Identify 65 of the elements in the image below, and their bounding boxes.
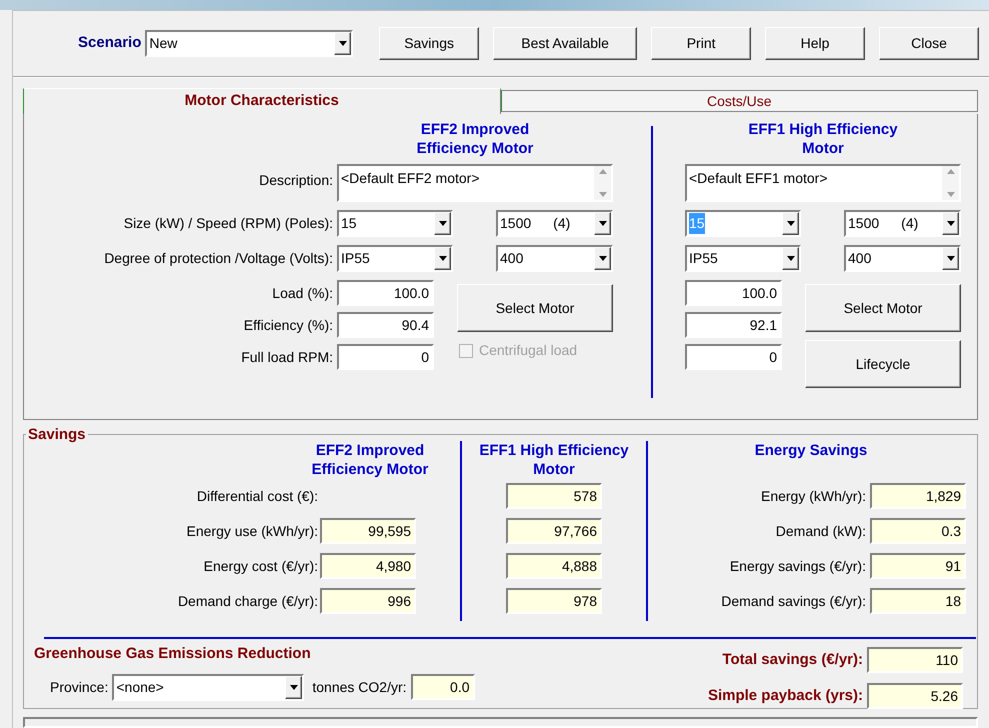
- field-label: Energy cost (€/yr):: [204, 556, 318, 576]
- eff1-value: 97,766: [506, 518, 602, 544]
- savings-value: 1,829: [870, 483, 966, 509]
- section-title: Greenhouse Gas Emissions Reduction: [34, 644, 312, 664]
- field-label: Full load RPM:: [241, 348, 333, 366]
- savings-value: 0.3: [870, 518, 966, 544]
- column-heading: EFF1 High Efficiency Motor: [747, 120, 899, 159]
- column-heading: EFF1 High Efficiency Motor: [479, 441, 629, 480]
- eff1-value: 578: [506, 483, 602, 509]
- checkbox-label: Centrifugal load: [479, 341, 578, 360]
- load-field[interactable]: 100.0: [685, 280, 782, 306]
- column-heading: EFF2 Improved Efficiency Motor: [416, 120, 534, 159]
- column-heading: Energy Savings: [754, 441, 868, 461]
- tab[interactable]: Costs/Use: [500, 90, 978, 112]
- select-motor-button[interactable]: Select Motor: [805, 284, 961, 332]
- full-load-rpm-field[interactable]: 0: [685, 344, 782, 370]
- efficiency-field[interactable]: 90.4: [337, 312, 434, 338]
- scenario-dropdown[interactable]: New: [145, 30, 354, 57]
- field-label: Efficiency (%):: [244, 316, 333, 335]
- province-dropdown[interactable]: <none>: [112, 674, 304, 700]
- voltage-dropdown[interactable]: 400: [844, 245, 961, 272]
- load-field[interactable]: 100.0: [337, 280, 434, 306]
- toolbar-button[interactable]: Help: [765, 27, 866, 60]
- savings-value: 18: [870, 588, 966, 614]
- full-load-rpm-field[interactable]: 0: [337, 344, 434, 370]
- field-label: Load (%):: [272, 284, 333, 303]
- lifecycle-button[interactable]: Lifecycle: [805, 340, 961, 388]
- total-label: Simple payback (yrs):: [708, 686, 863, 706]
- eff2-value: 4,980: [320, 553, 416, 579]
- field-label: Demand savings (€/yr):: [721, 592, 866, 611]
- total-label: Total savings (€/yr):: [722, 650, 863, 670]
- field-label: tonnes CO2/yr:: [312, 678, 407, 697]
- toolbar-button[interactable]: Savings: [379, 27, 480, 60]
- efficiency-field[interactable]: 92.1: [685, 312, 782, 338]
- toolbar-button[interactable]: Close: [879, 27, 979, 60]
- field-label: Degree of protection /Voltage (Volts):: [104, 249, 333, 268]
- toolbar-button[interactable]: Print: [651, 27, 752, 60]
- eff2-value: 996: [320, 588, 416, 614]
- column-heading: EFF2 Improved Efficiency Motor: [310, 441, 430, 480]
- field-label: Province:: [50, 678, 108, 696]
- eff2-value: 99,595: [320, 518, 416, 544]
- field-label: Energy savings (€/yr):: [730, 556, 866, 576]
- voltage-dropdown[interactable]: 400: [496, 245, 613, 272]
- protection-dropdown[interactable]: IP55: [685, 245, 801, 272]
- field-label: Differential cost (€):: [196, 486, 318, 506]
- size-dropdown[interactable]: 15: [337, 210, 453, 237]
- eff1-value: 4,888: [506, 553, 602, 579]
- total-value: 5.26: [867, 683, 963, 709]
- tab[interactable]: Motor Characteristics: [23, 88, 500, 114]
- savings-value: 91: [870, 553, 966, 579]
- protection-dropdown[interactable]: IP55: [337, 245, 453, 272]
- select-motor-button[interactable]: Select Motor: [457, 284, 613, 332]
- speed-dropdown[interactable]: 1500 (4): [496, 210, 613, 237]
- scenario-label: Scenario: [78, 33, 142, 54]
- eff1-value: 978: [506, 588, 602, 614]
- field-label: Demand charge (€/yr):: [178, 592, 318, 611]
- tonnes-value: 0.0: [410, 674, 475, 700]
- speed-dropdown[interactable]: 1500 (4): [844, 210, 961, 237]
- toolbar-button[interactable]: Best Available: [493, 27, 638, 60]
- field-label: Energy (kWh/yr):: [760, 486, 866, 506]
- field-label: Size (kW) / Speed (RPM) (Poles):: [124, 214, 333, 233]
- field-label: Energy use (kWh/yr):: [186, 522, 318, 541]
- field-label: Demand (kW):: [776, 522, 866, 541]
- total-value: 110: [867, 647, 963, 673]
- field-label: Description:: [259, 171, 333, 190]
